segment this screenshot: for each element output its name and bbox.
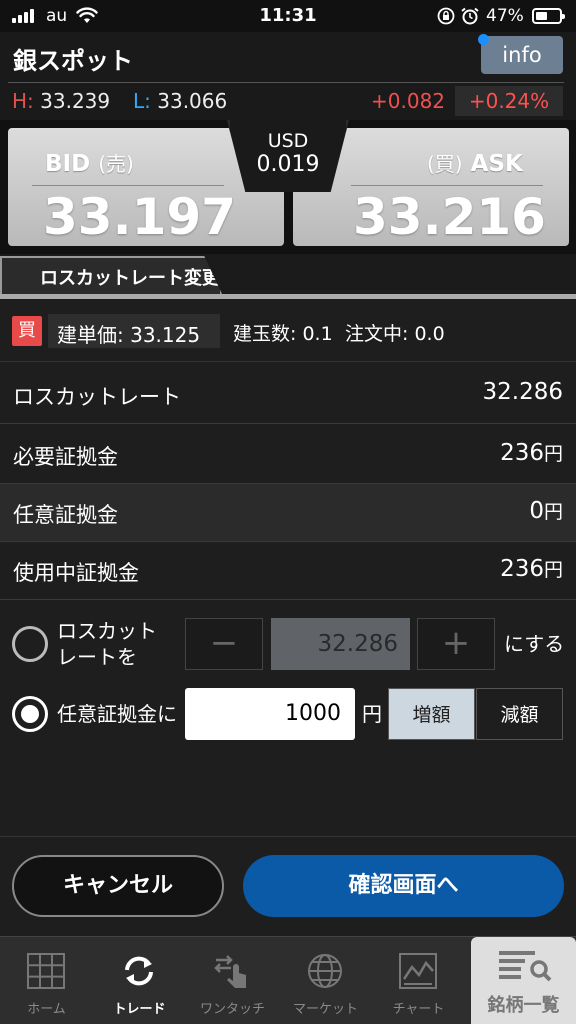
row-label: 必要証拠金: [13, 445, 118, 469]
margin-amount-input[interactable]: 1000: [185, 688, 355, 740]
spread-indicator: USD 0.019: [227, 120, 349, 192]
row-label: 任意証拠金: [13, 503, 118, 527]
instrument-header: 銀スポット info H: 33.239 L: 33.066 +0.082 +0…: [0, 32, 576, 120]
row-optional-margin: 任意証拠金 0円: [0, 484, 576, 542]
header-divider: [8, 82, 564, 83]
radio-losscut-rate[interactable]: [12, 626, 48, 662]
notification-dot: [478, 34, 489, 45]
row-value: 236円: [500, 440, 563, 466]
row-value: 236円: [500, 556, 563, 582]
tab-symbol-list[interactable]: 銘柄一覧: [471, 937, 576, 1024]
price-change-percent: +0.24%: [455, 86, 563, 116]
touch-icon: [214, 955, 246, 988]
pending-quantity: 注文中: 0.0: [345, 323, 445, 345]
low-price: L: 33.066: [133, 89, 228, 113]
tab-losscut-change[interactable]: ロスカットレート変更: [0, 256, 222, 294]
high-price: H: 33.239: [12, 89, 111, 113]
refresh-icon: [125, 956, 153, 986]
spread-value: 0.019: [256, 152, 320, 177]
quote-panel: BID (売) 33.197 (買) ASK 33.216 USD 0.019: [0, 120, 576, 254]
entry-price-box: 建単価: 33.125: [48, 314, 220, 348]
globe-icon: [308, 954, 342, 988]
radio-optional-margin[interactable]: [12, 696, 48, 732]
cancel-button[interactable]: キャンセル: [12, 855, 224, 917]
chart-icon: [399, 953, 437, 989]
row-required-margin: 必要証拠金 236円: [0, 426, 576, 484]
position-quantity: 建玉数: 0.1: [233, 323, 333, 345]
row-losscut-rate: ロスカットレート 32.286: [0, 366, 576, 424]
list-search-icon: [499, 951, 552, 982]
grid-icon: [27, 953, 65, 989]
tab-underline: [0, 294, 576, 299]
option1-label: ロスカット レートを: [57, 619, 157, 669]
option1-suffix: にする: [504, 632, 565, 656]
info-button[interactable]: info: [481, 36, 563, 74]
battery-percent: 47%: [486, 6, 524, 26]
tab-home[interactable]: ホーム: [0, 937, 93, 1024]
decrease-button[interactable]: 減額: [476, 688, 563, 740]
status-bar: au 11:31 47%: [0, 0, 576, 32]
panel-divider: [286, 192, 291, 252]
tab-chart[interactable]: チャート: [372, 937, 465, 1024]
row-used-margin: 使用中証拠金 236円: [0, 542, 576, 600]
action-bar: キャンセル 確認画面へ: [0, 836, 576, 936]
amount-unit: 円: [362, 702, 382, 726]
alarm-icon: [461, 7, 479, 25]
rotation-lock-icon: [437, 7, 455, 25]
rate-input[interactable]: 32.286: [271, 618, 410, 670]
tab-label: ロスカットレート変更: [40, 268, 220, 289]
ask-price: 33.216: [353, 188, 546, 246]
bid-underline: [32, 185, 224, 186]
row-label: 使用中証拠金: [13, 561, 139, 585]
buy-badge: 買: [12, 316, 42, 346]
ask-label: (買) ASK: [427, 151, 523, 177]
row-value: 0円: [529, 498, 563, 524]
tab-one-touch[interactable]: ワンタッチ: [186, 937, 279, 1024]
spread-currency: USD: [267, 130, 309, 152]
row-value: 32.286: [482, 379, 563, 405]
tab-market[interactable]: マーケット: [279, 937, 372, 1024]
row-label: ロスカットレート: [13, 385, 181, 409]
increase-button[interactable]: 増額: [388, 688, 475, 740]
entry-price: 建単価: 33.125: [57, 323, 201, 347]
adjustment-controls: ロスカット レートを − 32.286 + にする 任意証拠金に 1000 円 …: [0, 600, 576, 836]
bottom-tab-bar: ホーム トレード ワンタッチ マーケット チャート 銘柄一覧: [0, 936, 576, 1024]
battery-icon: [532, 8, 565, 24]
decrement-button[interactable]: −: [185, 618, 263, 670]
bid-price: 33.197: [43, 188, 236, 246]
position-summary: 買 建単価: 33.125 建玉数: 0.1 注文中: 0.0: [0, 300, 576, 362]
option2-label: 任意証拠金に: [57, 702, 177, 726]
instrument-title: 銀スポット: [13, 47, 133, 75]
ask-underline: [351, 185, 543, 186]
bid-label: BID (売): [45, 151, 134, 177]
increment-button[interactable]: +: [417, 618, 495, 670]
confirm-button[interactable]: 確認画面へ: [243, 855, 564, 917]
price-change: +0.082: [371, 89, 446, 113]
tab-trade[interactable]: トレード: [93, 937, 186, 1024]
